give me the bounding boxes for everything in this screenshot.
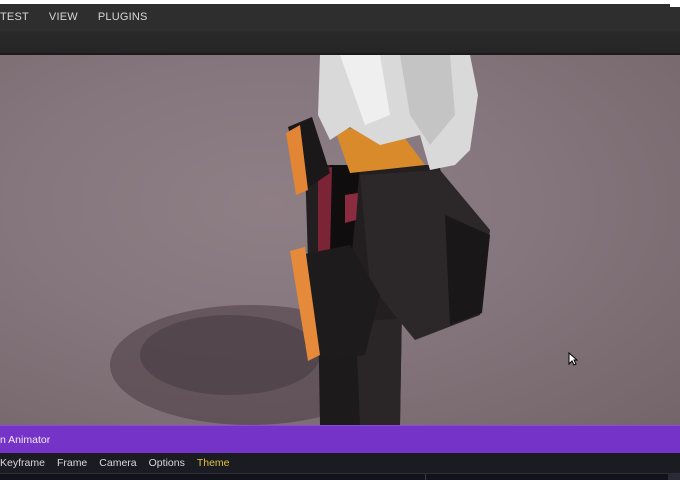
timeline-divider[interactable] [425, 474, 426, 480]
plugin-menu-keyframe[interactable]: Keyframe [0, 457, 51, 469]
studio-menubar: TEST VIEW PLUGINS [0, 4, 680, 31]
animator-plugin-titlebar[interactable]: n Animator [0, 425, 680, 454]
studio-ribbon [0, 31, 680, 55]
plugin-menu-frame[interactable]: Frame [51, 457, 93, 469]
plugin-menu-theme[interactable]: Theme [191, 457, 236, 469]
avatar-red-stripe [318, 167, 332, 259]
avatar-shadow-core [140, 315, 320, 395]
menu-test[interactable]: TEST [0, 4, 39, 31]
3d-viewport[interactable] [0, 55, 680, 425]
timeline-scrollbar[interactable] [668, 474, 680, 480]
window-edge [670, 4, 680, 7]
plugin-menu-options[interactable]: Options [143, 457, 191, 469]
avatar-scene [110, 55, 490, 425]
animator-menubar: Keyframe Frame Camera Options Theme [0, 453, 680, 473]
mouse-cursor-icon [568, 352, 578, 366]
menu-view[interactable]: VIEW [39, 4, 88, 31]
plugin-menu-camera[interactable]: Camera [93, 457, 142, 469]
menu-plugins[interactable]: PLUGINS [88, 4, 158, 31]
avatar-red-detail [345, 193, 358, 223]
plugin-title: n Animator [0, 434, 51, 446]
